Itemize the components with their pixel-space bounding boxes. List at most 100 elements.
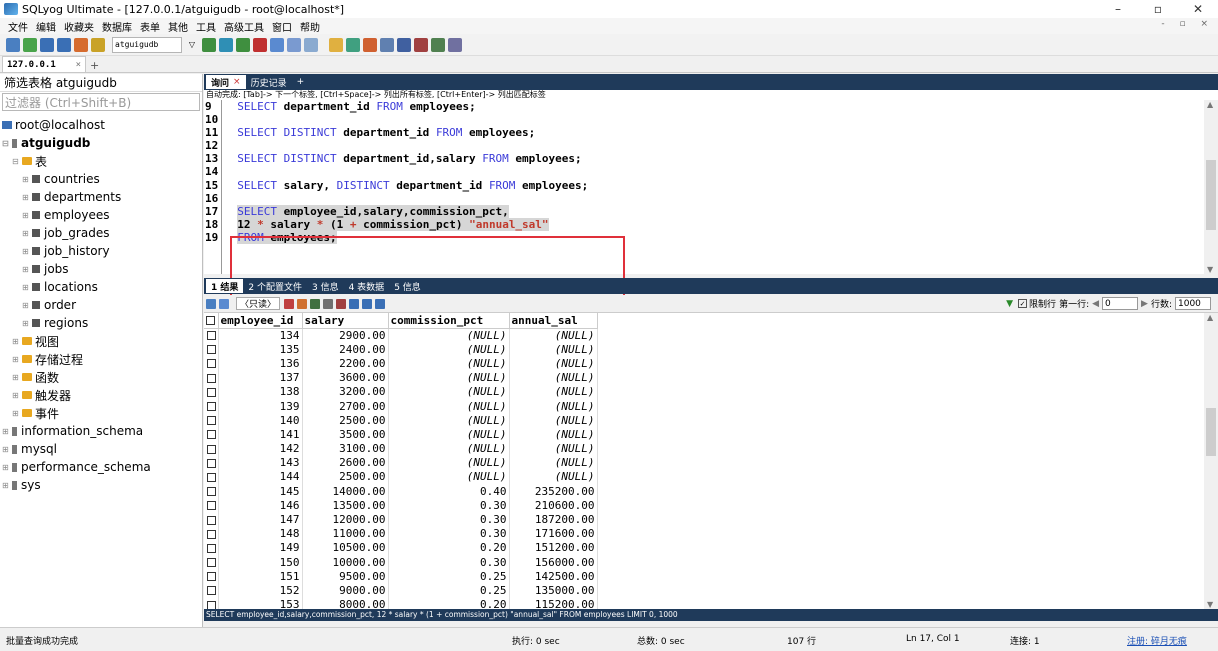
table-cell[interactable]: 8000.00 bbox=[302, 597, 389, 609]
table-cell[interactable]: 0.30 bbox=[388, 498, 510, 513]
tree-folder-item[interactable]: ⊞ 存储过程 bbox=[0, 350, 202, 368]
minimize-button[interactable]: – bbox=[1098, 0, 1138, 18]
column-header[interactable]: annual_sal bbox=[509, 313, 598, 329]
menu-advanced-tools[interactable]: 高级工具 bbox=[220, 19, 268, 34]
table-cell[interactable]: 143 bbox=[218, 455, 303, 470]
scroll-up-icon[interactable]: ▲ bbox=[1207, 313, 1213, 322]
table-cell[interactable]: 3100.00 bbox=[302, 441, 389, 456]
table-cell[interactable]: 152 bbox=[218, 583, 303, 598]
column-header[interactable]: salary bbox=[302, 313, 389, 329]
column-header[interactable]: employee_id bbox=[218, 313, 303, 329]
table-cell[interactable]: 3500.00 bbox=[302, 427, 389, 442]
format-icon[interactable] bbox=[270, 37, 284, 52]
expand-icon[interactable]: ⊞ bbox=[12, 373, 22, 382]
table-row[interactable]: 141 3500.00 (NULL) (NULL) bbox=[204, 427, 598, 442]
close-button[interactable]: ✕ bbox=[1178, 0, 1218, 18]
tab-info[interactable]: 3 信息 bbox=[307, 279, 344, 293]
table-row[interactable]: 142 3100.00 (NULL) (NULL) bbox=[204, 441, 598, 456]
row-checkbox[interactable] bbox=[204, 498, 219, 513]
table-cell[interactable]: 0.40 bbox=[388, 484, 510, 499]
table-cell[interactable]: 171600.00 bbox=[509, 526, 598, 541]
table-row[interactable]: 134 2900.00 (NULL) (NULL) bbox=[204, 328, 598, 343]
table-cell[interactable]: (NULL) bbox=[388, 398, 510, 414]
table-row[interactable]: 144 2500.00 (NULL) (NULL) bbox=[204, 469, 598, 485]
stop-icon[interactable] bbox=[253, 37, 267, 52]
table-cell[interactable]: (NULL) bbox=[509, 469, 598, 485]
filter-icon[interactable]: ▼ bbox=[1006, 299, 1013, 309]
row-checkbox[interactable] bbox=[204, 583, 219, 598]
row-checkbox[interactable] bbox=[204, 370, 219, 385]
scrollbar-thumb[interactable] bbox=[1206, 160, 1216, 230]
table-cell[interactable]: 13500.00 bbox=[302, 498, 389, 513]
row-checkbox[interactable] bbox=[204, 512, 219, 527]
table-cell[interactable]: (NULL) bbox=[509, 427, 598, 442]
table-row[interactable]: 136 2200.00 (NULL) (NULL) bbox=[204, 356, 598, 371]
tree-table-item[interactable]: ⊞ countries bbox=[0, 170, 202, 188]
table-row[interactable]: 146 13500.00 0.30 210600.00 bbox=[204, 498, 598, 513]
table-cell[interactable]: (NULL) bbox=[388, 384, 510, 399]
sync-icon[interactable] bbox=[346, 37, 360, 52]
table-cell[interactable]: 115200.00 bbox=[509, 597, 598, 609]
table-cell[interactable]: (NULL) bbox=[388, 413, 510, 428]
database-icon[interactable] bbox=[40, 37, 54, 52]
add-connection-button[interactable]: + bbox=[86, 59, 103, 72]
table-cell[interactable]: 0.30 bbox=[388, 512, 510, 527]
table-cell[interactable]: 0.20 bbox=[388, 597, 510, 609]
table-cell[interactable]: (NULL) bbox=[388, 370, 510, 385]
editor-scrollbar[interactable]: ▲ ▼ bbox=[1204, 100, 1218, 274]
table-cell[interactable]: 151 bbox=[218, 569, 303, 584]
table-cell[interactable]: 0.25 bbox=[388, 583, 510, 598]
insert-row-icon[interactable] bbox=[284, 298, 295, 309]
tree-table-item[interactable]: ⊞ job_history bbox=[0, 242, 202, 260]
table-cell[interactable]: 2600.00 bbox=[302, 455, 389, 470]
table-row[interactable]: 148 11000.00 0.30 171600.00 bbox=[204, 526, 598, 541]
table-cell[interactable]: 2700.00 bbox=[302, 398, 389, 414]
table-cell[interactable]: 187200.00 bbox=[509, 512, 598, 527]
table-cell[interactable]: (NULL) bbox=[388, 427, 510, 442]
expand-icon[interactable]: ⊞ bbox=[22, 283, 32, 292]
table-cell[interactable]: 2200.00 bbox=[302, 356, 389, 371]
table-row[interactable]: 153 8000.00 0.20 115200.00 bbox=[204, 597, 598, 609]
table-cell[interactable]: 140 bbox=[218, 413, 303, 428]
tree-db-item[interactable]: ⊞ information_schema bbox=[0, 422, 202, 440]
table-cell[interactable]: (NULL) bbox=[509, 384, 598, 399]
table-cell[interactable]: 137 bbox=[218, 370, 303, 385]
table-row[interactable]: 137 3600.00 (NULL) (NULL) bbox=[204, 370, 598, 385]
expand-icon[interactable]: ⊞ bbox=[22, 211, 32, 220]
menu-tools[interactable]: 工具 bbox=[192, 19, 220, 34]
next-page-icon[interactable]: ▶ bbox=[1141, 299, 1148, 309]
table-cell[interactable]: 134 bbox=[218, 328, 303, 343]
delete-icon[interactable] bbox=[323, 298, 334, 309]
table-cell[interactable]: 142500.00 bbox=[509, 569, 598, 584]
refresh-icon[interactable] bbox=[336, 298, 347, 309]
report-icon[interactable] bbox=[414, 37, 428, 52]
collapse-icon[interactable]: ⊟ bbox=[12, 157, 22, 166]
table-cell[interactable]: 136 bbox=[218, 356, 303, 371]
table-cell[interactable]: 11000.00 bbox=[302, 526, 389, 541]
tab-profile[interactable]: 2 个配置文件 bbox=[243, 279, 307, 293]
sql-editor[interactable]: 9 10 11 12 13 14 15 16 17 18 19 SELECT d… bbox=[204, 100, 1204, 297]
table-cell[interactable]: (NULL) bbox=[509, 413, 598, 428]
table-cell[interactable]: (NULL) bbox=[388, 356, 510, 371]
table-cell[interactable]: 142 bbox=[218, 441, 303, 456]
menu-file[interactable]: 文件 bbox=[4, 19, 32, 34]
schema-sync-icon[interactable] bbox=[363, 37, 377, 52]
tab-info-2[interactable]: 5 信息 bbox=[389, 279, 426, 293]
table-cell[interactable]: 2900.00 bbox=[302, 328, 389, 343]
row-checkbox[interactable] bbox=[204, 342, 219, 357]
table-icon[interactable] bbox=[287, 37, 301, 52]
table-cell[interactable]: 147 bbox=[218, 512, 303, 527]
readonly-select[interactable]: 〈只读〉 bbox=[236, 297, 281, 310]
tree-table-item[interactable]: ⊞ regions bbox=[0, 314, 202, 332]
prev-page-icon[interactable]: ◀ bbox=[1092, 299, 1099, 309]
tree-server[interactable]: root@localhost bbox=[0, 116, 202, 134]
menu-window[interactable]: 窗口 bbox=[268, 19, 296, 34]
table-cell[interactable]: 2500.00 bbox=[302, 413, 389, 428]
table-cell[interactable]: 150 bbox=[218, 555, 303, 570]
table-cell[interactable]: (NULL) bbox=[388, 342, 510, 357]
register-link[interactable]: 注册: 碎月无痕 bbox=[1127, 634, 1187, 647]
first-row-input[interactable]: 0 bbox=[1102, 297, 1139, 310]
row-checkbox[interactable] bbox=[204, 526, 219, 541]
expand-icon[interactable]: ⊞ bbox=[12, 355, 22, 364]
tab-table-data[interactable]: 4 表数据 bbox=[344, 279, 390, 293]
